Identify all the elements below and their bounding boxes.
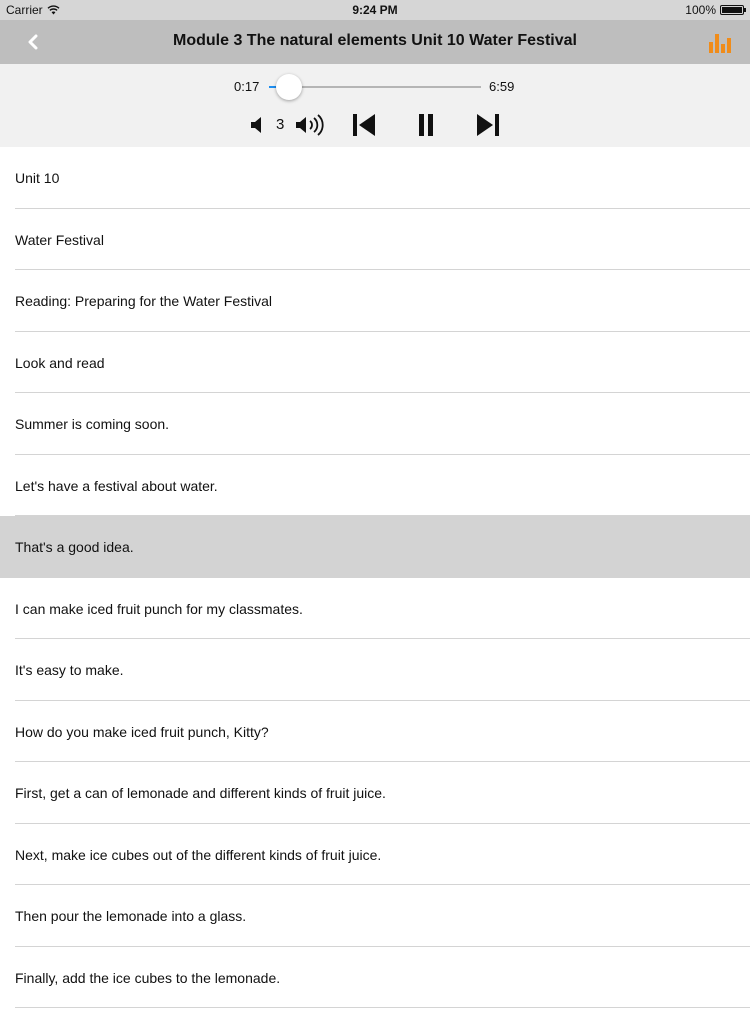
clock: 9:24 PM: [352, 3, 398, 17]
battery-indicator: 100%: [685, 3, 746, 17]
bar-chart-icon: [709, 34, 731, 53]
transcript-line[interactable]: I can make iced fruit punch for my class…: [0, 578, 750, 639]
transcript-line-text: Unit 10: [15, 170, 60, 186]
transcript-line-text: That's a good idea.: [15, 539, 134, 555]
pause-button[interactable]: [412, 109, 440, 141]
transcript-line[interactable]: Reading: Preparing for the Water Festiva…: [0, 270, 750, 332]
transcript-line-text: Then pour the lemonade into a glass.: [15, 908, 247, 924]
transcript-line[interactable]: First, get a can of lemonade and differe…: [0, 762, 750, 824]
audio-player: 0:17 6:59 3: [0, 64, 750, 147]
transcript-line-text: Finally, add the ice cubes to the lemona…: [15, 969, 281, 986]
pause-icon: [419, 114, 433, 136]
transcript-line-text: How do you make iced fruit punch, Kitty?: [15, 723, 269, 740]
transcript-line[interactable]: Unit 10: [0, 147, 750, 209]
transcript-line[interactable]: It's easy to make.: [0, 639, 750, 701]
transcript-line[interactable]: Then pour the lemonade into a glass.: [0, 885, 750, 947]
transcript-line-text: Look and read: [15, 354, 105, 371]
speaker-loud-icon: [296, 114, 324, 136]
next-button[interactable]: [473, 109, 503, 141]
navigation-bar: Module 3 The natural elements Unit 10 Wa…: [0, 20, 750, 64]
transcript-line-text: Water Festival: [15, 231, 104, 248]
transcript-line-text: First, get a can of lemonade and differe…: [15, 785, 386, 801]
transcript-line-text: Next, make ice cubes out of the differen…: [15, 846, 382, 863]
stats-button[interactable]: [708, 30, 732, 54]
skip-next-icon: [477, 114, 499, 136]
volume-up-button[interactable]: [294, 109, 326, 141]
transcript-line[interactable]: How do you make iced fruit punch, Kitty?: [0, 701, 750, 762]
transcript-line[interactable]: Water Festival: [0, 209, 750, 270]
volume-level: 3: [276, 116, 285, 133]
row-divider: [15, 1007, 750, 1008]
skip-previous-icon: [353, 114, 375, 136]
speaker-icon: [251, 117, 261, 133]
current-time: 0:17: [234, 79, 260, 94]
transcript-line[interactable]: Summer is coming soon.: [0, 393, 750, 455]
battery-icon: [720, 5, 746, 15]
transcript-line-text: Reading: Preparing for the Water Festiva…: [15, 293, 273, 309]
page-title: Module 3 The natural elements Unit 10 Wa…: [173, 32, 577, 49]
transcript-line[interactable]: Look and read: [0, 332, 750, 393]
transcript-line-text: It's easy to make.: [15, 662, 124, 678]
transcript-line-text: Summer is coming soon.: [15, 416, 170, 432]
transcript-line-text: Let's have a festival about water.: [15, 477, 218, 494]
status-bar: Carrier 9:24 PM 100%: [0, 0, 750, 20]
duration: 6:59: [489, 79, 515, 94]
previous-button[interactable]: [350, 109, 378, 141]
transcript-list: Unit 10 Water Festival Reading: Preparing …: [0, 147, 750, 1008]
transcript-line[interactable]: Next, make ice cubes out of the differen…: [0, 824, 750, 885]
progress-knob[interactable]: [276, 74, 303, 100]
battery-percent: 100%: [685, 3, 716, 17]
transcript-line-text: I can make iced fruit punch for my class…: [15, 600, 303, 617]
volume-down-button[interactable]: [246, 109, 268, 141]
transcript-line[interactable]: Let's have a festival about water.: [0, 455, 750, 516]
transcript-line-active[interactable]: That's a good idea.: [0, 516, 750, 578]
transcript-line[interactable]: Finally, add the ice cubes to the lemona…: [0, 947, 750, 1008]
